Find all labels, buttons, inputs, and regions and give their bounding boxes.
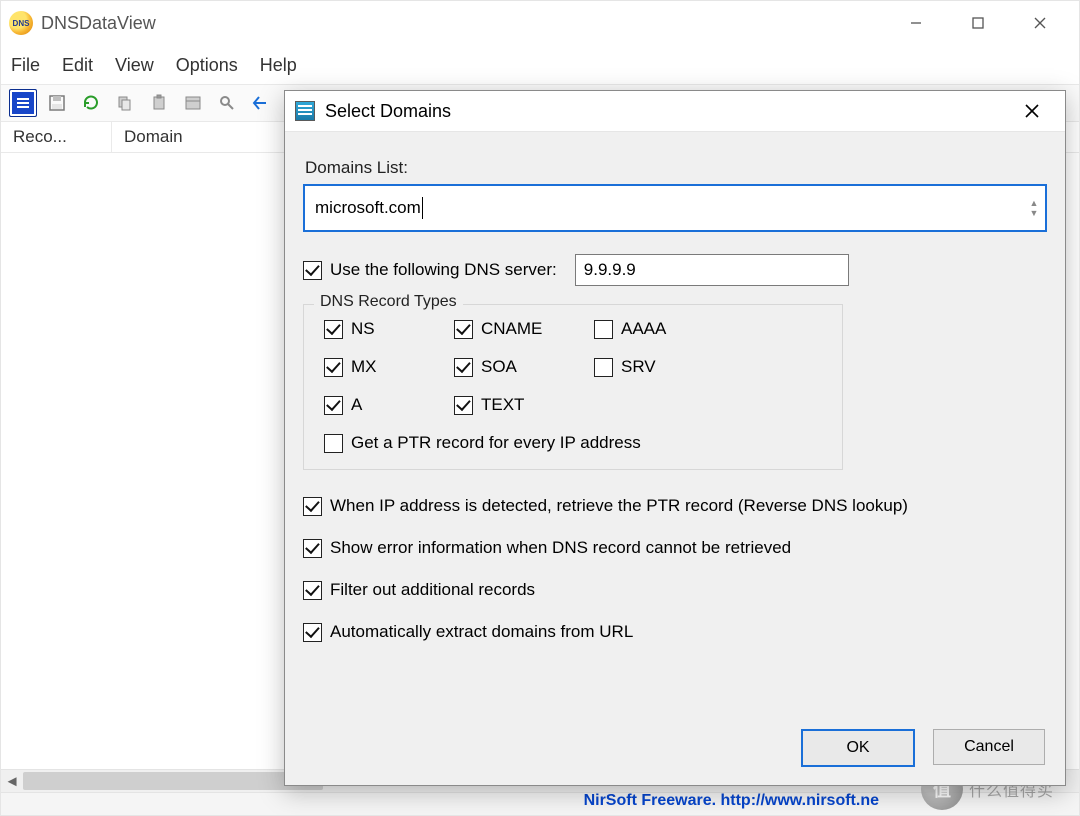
record-types-legend: DNS Record Types xyxy=(314,293,463,311)
dialog-title: Select Domains xyxy=(325,101,451,122)
toolbar-save-icon[interactable] xyxy=(43,89,71,117)
domains-input[interactable]: microsoft.com ▲▼ xyxy=(303,184,1047,232)
toolbar-find-icon[interactable] xyxy=(213,89,241,117)
type-text-checkbox[interactable]: TEXT xyxy=(454,395,594,415)
opt-filter-checkbox[interactable]: Filter out additional records xyxy=(303,580,1047,600)
close-button[interactable] xyxy=(1009,4,1071,42)
toolbar-exit-icon[interactable] xyxy=(247,89,275,117)
dialog-close-button[interactable] xyxy=(1009,95,1055,127)
text-caret xyxy=(422,197,423,219)
chevron-up-icon[interactable]: ▲ xyxy=(1025,199,1043,207)
select-domains-dialog: Select Domains Domains List: microsoft.c… xyxy=(284,90,1066,786)
type-ns-checkbox[interactable]: NS xyxy=(324,319,454,339)
domains-input-value: microsoft.com xyxy=(315,198,421,218)
ok-button[interactable]: OK xyxy=(801,729,915,767)
dialog-titlebar: Select Domains xyxy=(285,91,1065,132)
app-icon xyxy=(9,11,33,35)
menu-view[interactable]: View xyxy=(115,55,154,76)
type-aaaa-checkbox[interactable]: AAAA xyxy=(594,319,714,339)
dns-server-value: 9.9.9.9 xyxy=(584,260,636,280)
minimize-button[interactable] xyxy=(885,4,947,42)
dns-server-input[interactable]: 9.9.9.9 xyxy=(575,254,849,286)
type-srv-checkbox[interactable]: SRV xyxy=(594,357,714,377)
scroll-thumb[interactable] xyxy=(23,772,323,790)
maximize-button[interactable] xyxy=(947,4,1009,42)
scroll-left-icon[interactable]: ◄ xyxy=(1,770,23,792)
opt-errors-checkbox[interactable]: Show error information when DNS record c… xyxy=(303,538,1047,558)
column-record[interactable]: Reco... xyxy=(1,122,112,152)
toolbar-refresh-icon[interactable] xyxy=(77,89,105,117)
menu-options[interactable]: Options xyxy=(176,55,238,76)
chevron-down-icon[interactable]: ▼ xyxy=(1025,209,1043,217)
type-cname-checkbox[interactable]: CNAME xyxy=(454,319,594,339)
type-soa-checkbox[interactable]: SOA xyxy=(454,357,594,377)
menu-file[interactable]: File xyxy=(11,55,40,76)
toolbar-copy-icon[interactable] xyxy=(111,89,139,117)
statusbar xyxy=(1,792,1079,816)
toolbar-paste-icon[interactable] xyxy=(145,89,173,117)
main-window: DNSDataView File Edit View Options Help … xyxy=(0,0,1080,816)
footer-link[interactable]: NirSoft Freeware. http://www.nirsoft.ne xyxy=(584,792,879,810)
use-dns-label: Use the following DNS server: xyxy=(330,260,557,280)
menubar: File Edit View Options Help xyxy=(1,46,1079,84)
record-types-fieldset: DNS Record Types NS CNAME AAAA MX SOA SR… xyxy=(303,304,843,470)
menu-edit[interactable]: Edit xyxy=(62,55,93,76)
cancel-button[interactable]: Cancel xyxy=(933,729,1045,765)
window-title: DNSDataView xyxy=(41,13,156,34)
opt-reverse-checkbox[interactable]: When IP address is detected, retrieve th… xyxy=(303,496,1047,516)
use-dns-checkbox[interactable]: Use the following DNS server: xyxy=(303,260,557,280)
opt-extract-checkbox[interactable]: Automatically extract domains from URL xyxy=(303,622,1047,642)
type-mx-checkbox[interactable]: MX xyxy=(324,357,454,377)
domains-spinner[interactable]: ▲▼ xyxy=(1025,188,1043,228)
type-a-checkbox[interactable]: A xyxy=(324,395,454,415)
toolbar-properties-icon[interactable] xyxy=(179,89,207,117)
titlebar: DNSDataView xyxy=(1,1,1079,46)
menu-help[interactable]: Help xyxy=(260,55,297,76)
dialog-icon xyxy=(295,101,315,121)
ptr-every-ip-checkbox[interactable]: Get a PTR record for every IP address xyxy=(324,433,822,453)
domains-list-label: Domains List: xyxy=(305,158,1047,178)
toolbar-domains-icon[interactable] xyxy=(9,89,37,117)
